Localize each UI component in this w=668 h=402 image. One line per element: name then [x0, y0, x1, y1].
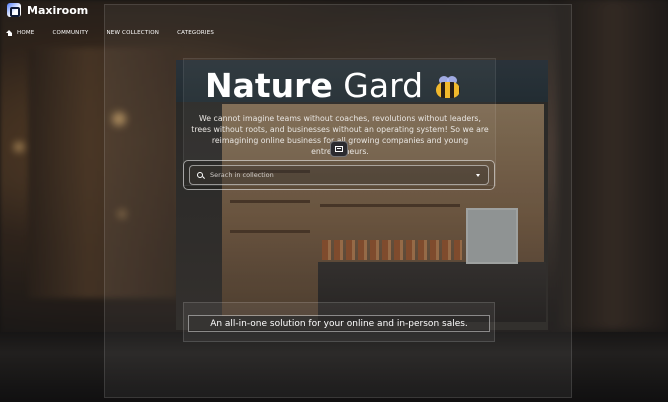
nav-item-home[interactable]: HOME: [6, 30, 35, 36]
brand-name: Maxiroom: [27, 3, 89, 17]
page-title: Nature Gard: [0, 66, 668, 105]
logo-icon: [7, 3, 21, 17]
title-bold: Nature: [204, 66, 333, 105]
chevron-down-icon[interactable]: [476, 173, 480, 177]
overlay-toggle-button[interactable]: [330, 141, 348, 157]
home-icon: [6, 30, 13, 36]
search-bar[interactable]: [189, 165, 489, 185]
nav-item-label: HOME: [17, 30, 35, 36]
nav-item-community[interactable]: COMMUNITY: [53, 30, 89, 36]
title-rest: Gard: [343, 66, 424, 105]
search-icon: [197, 171, 204, 179]
bee-icon: [433, 76, 463, 100]
search-input[interactable]: [208, 170, 476, 180]
tagline-box: An all-in-one solution for your online a…: [188, 315, 490, 332]
brand[interactable]: Maxiroom: [7, 3, 88, 17]
tagline: An all-in-one solution for your online a…: [210, 318, 468, 329]
nav-item-categories[interactable]: CATEGORIES: [177, 30, 214, 36]
nav-item-new-collection[interactable]: NEW COLLECTION: [106, 30, 159, 36]
main-nav: HOME COMMUNITY NEW COLLECTION CATEGORIES: [6, 30, 214, 36]
search-container: [183, 160, 495, 190]
window-icon: [335, 146, 343, 152]
